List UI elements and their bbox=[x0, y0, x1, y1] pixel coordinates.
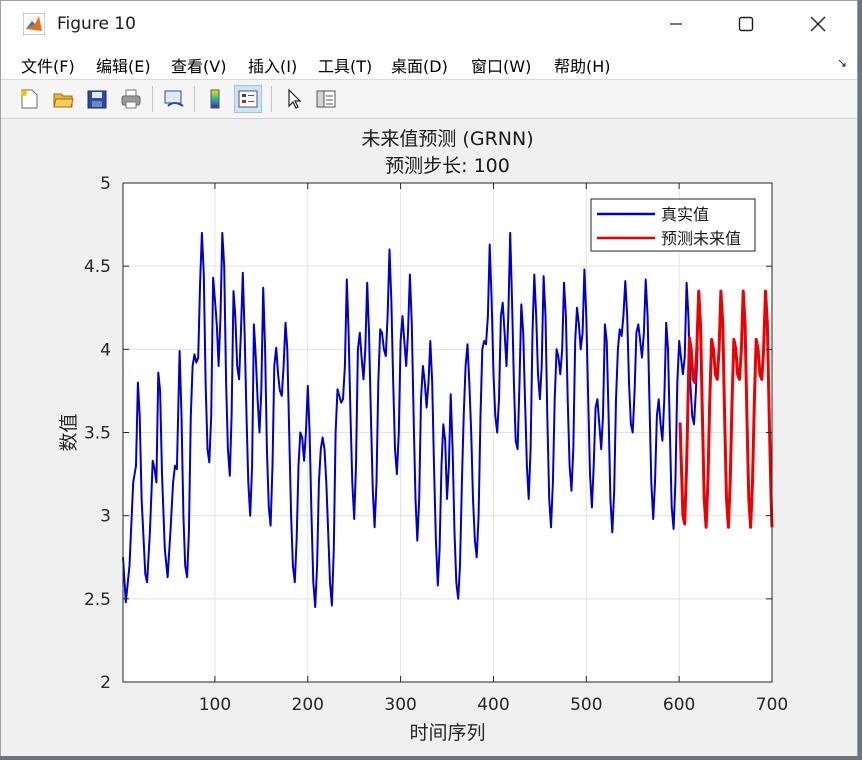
toolbar-separator bbox=[271, 86, 272, 112]
x-tick-label: 600 bbox=[663, 695, 695, 715]
x-tick-label: 200 bbox=[292, 695, 324, 715]
y-tick-label: 3 bbox=[100, 507, 111, 527]
menu-file[interactable]: 文件(F) bbox=[21, 53, 75, 77]
legend[interactable]: 真实值 预测未来值 bbox=[590, 198, 756, 252]
matlab-logo-icon bbox=[23, 13, 45, 35]
new-figure-button[interactable] bbox=[15, 85, 43, 113]
y-tick-label: 3.5 bbox=[84, 424, 111, 444]
toolbar bbox=[1, 80, 857, 119]
minimize-button[interactable] bbox=[641, 1, 711, 47]
menu-insert[interactable]: 插入(I) bbox=[248, 53, 297, 77]
save-icon bbox=[87, 90, 107, 109]
y-tick-label: 5 bbox=[100, 174, 111, 194]
menu-bar: 文件(F) 编辑(E) 查看(V) 插入(I) 工具(T) 桌面(D) 窗口(W… bbox=[1, 47, 857, 80]
toolbar-separator bbox=[194, 86, 195, 112]
y-tick-label: 2 bbox=[100, 673, 111, 693]
x-tick-label: 100 bbox=[199, 695, 231, 715]
insert-legend-button[interactable] bbox=[234, 85, 262, 113]
insert-colorbar-button[interactable] bbox=[201, 85, 229, 113]
pointer-icon bbox=[288, 88, 302, 109]
dock-arrow-icon[interactable]: ↘ bbox=[837, 56, 847, 70]
x-tick-label: 300 bbox=[384, 695, 416, 715]
open-file-icon bbox=[53, 93, 74, 108]
y-axis-label: 数值 bbox=[58, 413, 80, 451]
close-icon bbox=[810, 16, 826, 32]
menu-window[interactable]: 窗口(W) bbox=[471, 53, 531, 77]
menu-edit[interactable]: 编辑(E) bbox=[96, 53, 151, 77]
y-tick-label: 4 bbox=[100, 340, 111, 360]
pointer-button[interactable] bbox=[279, 85, 307, 113]
close-button[interactable] bbox=[783, 1, 853, 47]
chart-title: 未来值预测 (GRNN) bbox=[361, 128, 533, 150]
window-title: Figure 10 bbox=[57, 14, 136, 34]
print-icon bbox=[121, 89, 141, 109]
line-chart: 100 200 300 400 500 600 700 2 2.5 3 3.5 4 4.5 5 未来值预测… bbox=[58, 128, 788, 744]
save-button[interactable] bbox=[83, 85, 111, 113]
figure-window: Figure 10 文件(F) 编辑(E) 查看(V) 插入(I) 工具(T) … bbox=[0, 0, 858, 756]
x-tick-label: 400 bbox=[477, 695, 509, 715]
chart-subtitle: 预测步长: 100 bbox=[385, 155, 510, 177]
minimize-icon bbox=[670, 23, 682, 25]
y-tick-label: 2.5 bbox=[84, 590, 111, 610]
menu-tools[interactable]: 工具(T) bbox=[318, 53, 372, 77]
toolbar-separator bbox=[152, 86, 153, 112]
menu-help[interactable]: 帮助(H) bbox=[554, 53, 611, 77]
property-inspector-icon bbox=[316, 90, 336, 108]
figure-canvas: 100 200 300 400 500 600 700 2 2.5 3 3.5 4 4.5 5 未来值预测… bbox=[1, 119, 857, 756]
legend-label-true: 真实值 bbox=[661, 205, 709, 224]
insert-legend-icon bbox=[238, 90, 258, 108]
link-plot-button[interactable] bbox=[160, 85, 188, 113]
x-axis-label: 时间序列 bbox=[409, 722, 485, 744]
legend-label-pred: 预测未来值 bbox=[661, 229, 741, 248]
x-tick-label: 700 bbox=[756, 695, 788, 715]
title-bar: Figure 10 bbox=[1, 1, 857, 47]
open-file-button[interactable] bbox=[49, 85, 77, 113]
link-plot-icon bbox=[164, 90, 184, 107]
maximize-button[interactable] bbox=[711, 1, 781, 47]
new-figure-icon bbox=[21, 89, 38, 109]
print-button[interactable] bbox=[117, 85, 145, 113]
y-tick-label: 4.5 bbox=[84, 257, 111, 277]
property-inspector-button[interactable] bbox=[312, 85, 340, 113]
menu-view[interactable]: 查看(V) bbox=[171, 53, 226, 77]
maximize-icon bbox=[738, 16, 754, 32]
menu-desktop[interactable]: 桌面(D) bbox=[391, 53, 448, 77]
x-tick-label: 500 bbox=[570, 695, 602, 715]
insert-colorbar-icon bbox=[210, 89, 220, 109]
